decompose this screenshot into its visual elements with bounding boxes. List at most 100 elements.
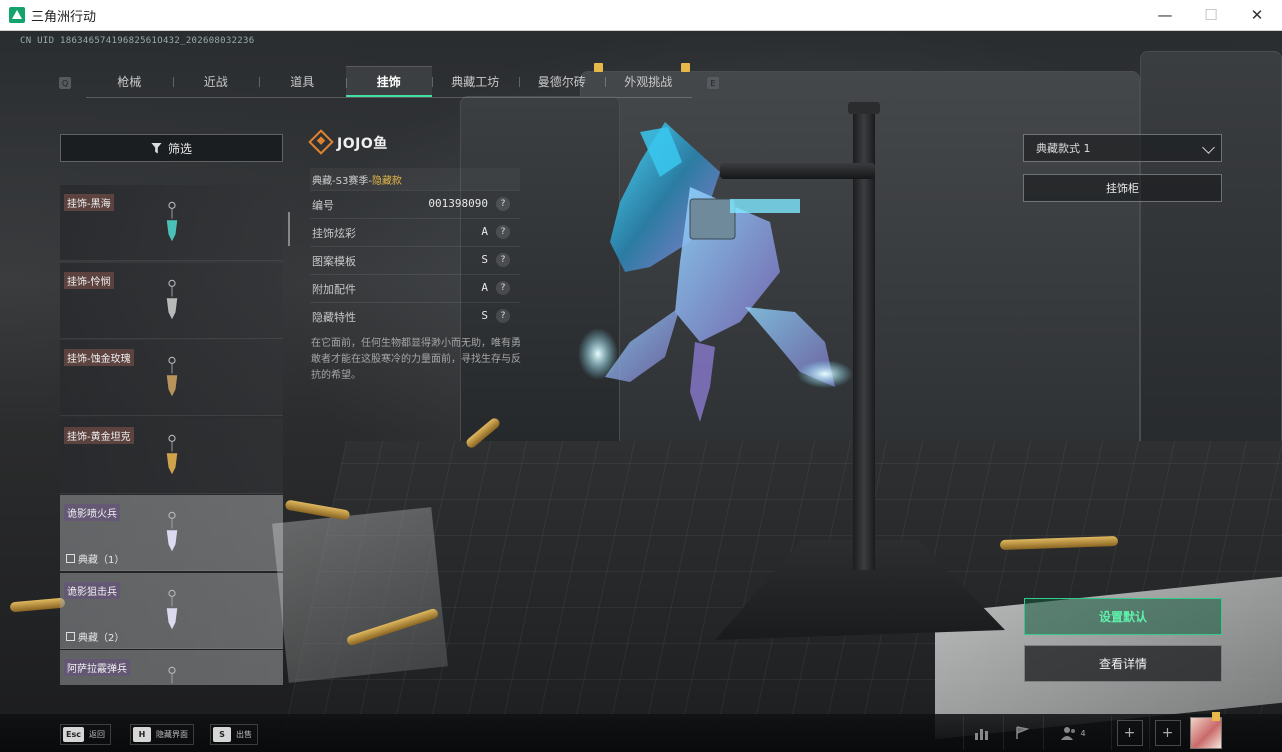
add-slot-button[interactable]: + bbox=[1111, 716, 1147, 750]
pendant-model[interactable] bbox=[570, 92, 860, 432]
tab-5[interactable]: 曼德尔砖 bbox=[518, 63, 606, 97]
category-tabs: 枪械 近战 道具 挂饰 典藏工坊 曼德尔砖 外观挑战 bbox=[86, 63, 692, 98]
help-icon[interactable]: ? bbox=[496, 225, 510, 239]
pendant-subtitle: 典藏-S3赛季- 隐藏款 bbox=[310, 168, 520, 190]
pendant-thumbnail-icon bbox=[166, 356, 178, 397]
chevron-down-icon bbox=[1202, 141, 1215, 154]
tab-2[interactable]: 道具 bbox=[259, 66, 346, 97]
blueprint-paper bbox=[272, 507, 448, 683]
attribute-row: 图案模板 S? bbox=[310, 246, 520, 272]
pendant-thumbnail-icon bbox=[166, 201, 178, 242]
new-badge-icon bbox=[680, 63, 690, 72]
list-item-label: 诡影狙击兵 bbox=[64, 581, 120, 599]
avatar[interactable] bbox=[1190, 717, 1222, 749]
attribute-row: 挂饰炫彩 A? bbox=[310, 218, 520, 244]
help-icon[interactable]: ? bbox=[496, 253, 510, 267]
collection-count-label: 典藏（2） bbox=[78, 632, 125, 644]
list-item[interactable]: 挂饰-蚀金玫瑰 bbox=[60, 340, 283, 416]
esc-key: Esc bbox=[63, 727, 84, 742]
list-item-label: 挂饰-黄金坦克 bbox=[64, 426, 134, 444]
list-item[interactable]: 挂饰-怜悯 bbox=[60, 262, 283, 339]
list-item-label: 挂饰-蚀金玫瑰 bbox=[64, 349, 134, 366]
sell-hint-label: 出售 bbox=[236, 730, 252, 739]
plus-icon: + bbox=[1116, 720, 1143, 746]
hide-ui-hint[interactable]: H 隐藏界面 bbox=[130, 724, 194, 745]
tab-4[interactable]: 典藏工坊 bbox=[432, 66, 519, 97]
collection-count: 典藏（2） bbox=[66, 629, 124, 644]
maximize-icon[interactable]: ☐ bbox=[1188, 0, 1234, 30]
plus-icon: + bbox=[1154, 720, 1181, 746]
tab-6[interactable]: 外观挑战 bbox=[605, 63, 692, 97]
back-hint-label: 返回 bbox=[88, 730, 105, 739]
tab-0[interactable]: 枪械 bbox=[86, 66, 173, 97]
stats-button[interactable] bbox=[963, 716, 999, 750]
friends-button[interactable]: 4 bbox=[1043, 716, 1103, 750]
tab-label: 典藏工坊 bbox=[451, 75, 500, 89]
attribute-name: 编号 bbox=[312, 199, 334, 212]
subtitle-season: 典藏-S3赛季- bbox=[312, 175, 372, 187]
add-slot-button[interactable]: + bbox=[1149, 716, 1185, 750]
s-key: S bbox=[213, 727, 231, 742]
player-uid: CN UID 18634657419682561O432_20260803223… bbox=[20, 36, 255, 46]
window-titlebar: 三角洲行动 — ☐ ✕ bbox=[0, 0, 1282, 31]
pendant-cabinet-button[interactable]: 挂饰柜 bbox=[1023, 174, 1222, 202]
list-item[interactable]: 诡影狙击兵典藏（2） bbox=[60, 572, 283, 649]
sell-hint[interactable]: S 出售 bbox=[210, 724, 258, 745]
app-logo-icon bbox=[9, 7, 25, 23]
list-scrollbar[interactable] bbox=[288, 212, 290, 246]
pendant-thumbnail-icon bbox=[168, 666, 176, 684]
tab-label: 近战 bbox=[203, 75, 228, 89]
tab-label: 曼德尔砖 bbox=[537, 75, 586, 89]
list-item[interactable]: 诡影喷火兵典藏（1） bbox=[60, 495, 283, 571]
window-title: 三角洲行动 bbox=[31, 9, 97, 25]
minimize-icon[interactable]: — bbox=[1142, 0, 1188, 30]
friends-icon bbox=[1061, 727, 1076, 740]
help-icon[interactable]: ? bbox=[496, 309, 510, 323]
attribute-value: 001398090 bbox=[428, 197, 488, 210]
list-item[interactable]: 挂饰-黄金坦克 bbox=[60, 417, 283, 494]
attribute-value: S bbox=[481, 309, 488, 322]
style-select-value: 典藏款式 1 bbox=[1036, 142, 1091, 155]
image-icon bbox=[66, 631, 75, 641]
collection-count-label: 典藏（1） bbox=[78, 555, 125, 566]
attribute-row: 隐藏特性 S? bbox=[310, 302, 520, 328]
tab-label: 道具 bbox=[290, 75, 315, 89]
subtitle-rarity: 隐藏款 bbox=[371, 175, 402, 187]
back-hint[interactable]: Esc 返回 bbox=[60, 724, 111, 745]
list-item-label: 诡影喷火兵 bbox=[64, 504, 120, 521]
bar-chart-icon bbox=[974, 729, 988, 740]
hide-ui-hint-label: 隐藏界面 bbox=[156, 730, 188, 739]
style-select[interactable]: 典藏款式 1 bbox=[1023, 134, 1222, 162]
help-icon[interactable]: ? bbox=[496, 197, 510, 211]
list-item[interactable]: 阿萨拉霰弹兵 bbox=[60, 650, 283, 685]
close-icon[interactable]: ✕ bbox=[1234, 0, 1280, 30]
set-default-button[interactable]: 设置默认 bbox=[1024, 598, 1222, 635]
h-key: H bbox=[133, 727, 151, 742]
pendant-title: JOJO鱼 bbox=[337, 136, 388, 152]
tab-3[interactable]: 挂饰 bbox=[345, 66, 432, 97]
flag-button[interactable] bbox=[1003, 716, 1039, 750]
help-icon[interactable]: ? bbox=[496, 281, 510, 295]
tab-label: 挂饰 bbox=[376, 74, 401, 89]
friend-count: 4 bbox=[1080, 728, 1086, 738]
view-details-button[interactable]: 查看详情 bbox=[1024, 645, 1222, 682]
attribute-name: 隐藏特性 bbox=[312, 311, 356, 324]
attribute-value: A bbox=[481, 225, 488, 238]
notification-badge bbox=[1212, 712, 1220, 721]
pendant-thumbnail-icon bbox=[166, 589, 178, 629]
flag-icon bbox=[1015, 726, 1029, 739]
new-badge-icon bbox=[594, 63, 603, 72]
list-item[interactable]: 挂饰-黑海 bbox=[60, 185, 283, 261]
collection-count: 典藏（1） bbox=[66, 551, 124, 566]
tab-label: 外观挑战 bbox=[624, 75, 673, 89]
tab-prev-key: Q bbox=[59, 77, 71, 89]
attribute-value: S bbox=[481, 253, 488, 266]
tab-1[interactable]: 近战 bbox=[172, 66, 260, 97]
filter-button[interactable]: 筛选 bbox=[60, 134, 283, 162]
list-item-label: 挂饰-黑海 bbox=[64, 194, 114, 211]
list-item-label: 阿萨拉霰弹兵 bbox=[64, 659, 130, 676]
filter-icon bbox=[150, 142, 162, 154]
pendant-description: 在它面前，任何生物都显得渺小而无助，唯有勇敢者才能在这股寒冷的力量面前，寻找生存… bbox=[311, 338, 521, 381]
tab-next-key: E bbox=[707, 77, 719, 89]
pendant-list[interactable]: 挂饰-黑海 挂饰-怜悯 挂饰-蚀金玫瑰 挂饰-黄金坦克 诡影喷火兵 典藏（1） 诡影狙击兵典… bbox=[60, 168, 283, 685]
